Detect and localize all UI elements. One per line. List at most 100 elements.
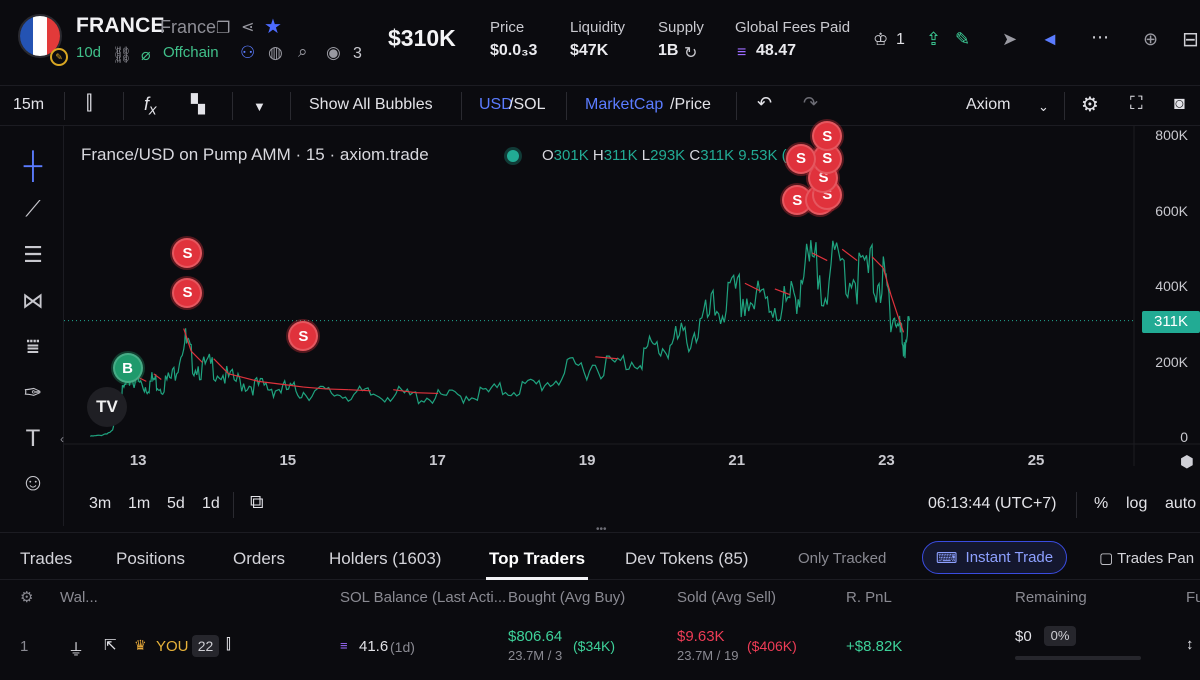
crosshair-icon[interactable]: ┼ <box>16 148 50 182</box>
keyboard-icon: ⌨ <box>935 549 958 567</box>
provider-select[interactable]: Axiom <box>966 96 1010 114</box>
share-icon[interactable]: ⋖ <box>241 17 254 37</box>
price-down-segment <box>415 392 439 395</box>
camera-icon[interactable]: ◙ <box>1174 93 1185 114</box>
tab-top-traders[interactable]: Top Traders <box>489 549 585 569</box>
crown-icon[interactable]: ♔ <box>873 30 888 50</box>
tab-holders[interactable]: Holders (1603) <box>329 549 441 569</box>
price-down-segment <box>228 373 244 379</box>
pump-badge-icon: ✎ <box>50 48 68 66</box>
col-wallet[interactable]: Wal... <box>60 589 98 606</box>
ohlc-high: 311K <box>603 147 638 164</box>
candles-icon[interactable]: ⫿ <box>86 92 92 115</box>
currency-usd[interactable]: USD <box>479 96 513 114</box>
chart-icon[interactable]: ⫿ <box>226 636 231 653</box>
col-bought[interactable]: Bought (Avg Buy) <box>508 589 625 606</box>
tab-positions[interactable]: Positions <box>116 549 185 569</box>
link-icon[interactable]: ⛓ <box>112 45 132 65</box>
emoji-icon[interactable]: ☺ <box>16 466 50 500</box>
layout-icon[interactable]: ⊟ <box>1182 27 1199 52</box>
col-sold[interactable]: Sold (Avg Sell) <box>677 589 776 606</box>
crown-icon: ♛ <box>134 637 147 653</box>
pin-icon[interactable]: ✎ <box>955 29 970 50</box>
sell-bubble[interactable]: S <box>786 143 817 174</box>
tradingview-logo[interactable]: TV <box>87 387 127 427</box>
price-series-line <box>89 240 911 437</box>
tab-orders[interactable]: Orders <box>233 549 285 569</box>
external-link-icon[interactable]: ⇱ <box>104 636 117 654</box>
instant-trade-button[interactable]: ⌨ Instant Trade <box>922 541 1067 574</box>
undo-icon[interactable]: ↶ <box>757 93 772 114</box>
text-icon[interactable]: T <box>16 422 50 456</box>
divider <box>232 92 233 120</box>
add-circle-icon[interactable]: ⊕ <box>1143 29 1158 50</box>
price-down-segment <box>841 248 858 262</box>
price-down-segment <box>273 382 289 386</box>
auto-toggle[interactable]: auto <box>1165 495 1196 513</box>
settings-icon[interactable]: ⚙ <box>1081 92 1099 117</box>
solana-icon: ≡ <box>737 44 747 61</box>
price-down-segment <box>288 384 304 388</box>
search-icon[interactable]: ⌕ <box>298 42 308 62</box>
mode-price[interactable]: /Price <box>670 96 711 114</box>
only-tracked-toggle[interactable]: Only Tracked <box>798 550 886 567</box>
copy-icon[interactable]: ❐ <box>216 18 230 38</box>
templates-icon[interactable]: ▚ <box>191 94 205 115</box>
chevron-down-icon[interactable]: ▼ <box>253 99 266 114</box>
pattern-icon[interactable]: ⋈ <box>16 284 50 318</box>
token-header: ✎ FRANCE France ❐ ⋖ ★ 10d ⛓ ⌀ Offchain ⚇… <box>0 0 1200 86</box>
brush-icon[interactable]: ✑ <box>16 376 50 410</box>
fullscreen-icon[interactable]: ⛶ <box>1130 93 1143 114</box>
liquidity-value: $47K <box>570 42 609 59</box>
more-icon[interactable]: ⋯ <box>1091 27 1109 48</box>
goto-date-icon[interactable]: ⧉ <box>250 492 264 514</box>
col-remaining[interactable]: Remaining <box>1015 589 1087 606</box>
trendline-icon[interactable]: ⟋ <box>16 192 50 226</box>
currency-sol[interactable]: /SOL <box>509 96 545 114</box>
y-tick-label: 200K <box>1155 353 1188 370</box>
show-bubbles-button[interactable]: Show All Bubbles <box>309 96 433 114</box>
redo-icon[interactable]: ↷ <box>803 93 818 114</box>
col-sol-balance[interactable]: SOL Balance (Last Acti... <box>340 589 506 606</box>
x-tick-label: 15 <box>279 452 297 469</box>
log-toggle[interactable]: log <box>1126 495 1147 513</box>
upload-icon[interactable]: ⇪ <box>926 29 941 50</box>
clock-readout[interactable]: 06:13:44 (UTC+7) <box>928 495 1057 513</box>
chevron-down-icon[interactable]: ⌄ <box>1038 99 1049 115</box>
range-1d[interactable]: 1d <box>202 495 220 513</box>
mode-marketcap[interactable]: MarketCap <box>585 96 663 114</box>
price-chart[interactable]: France/USD on Pump AMM · 15 · axiom.trad… <box>64 121 1200 526</box>
trades-panel-toggle[interactable]: ▢ Trades Pan <box>1099 549 1194 567</box>
sell-bubble[interactable]: S <box>172 277 203 308</box>
funding-icon[interactable]: ↕ <box>1186 636 1194 653</box>
bought-amount: 23.7M / 3 <box>508 648 563 663</box>
sell-bubble[interactable]: S <box>812 121 843 151</box>
remaining-pct: 0% <box>1044 626 1076 646</box>
range-3m[interactable]: 3m <box>89 495 111 513</box>
percent-toggle[interactable]: % <box>1094 495 1108 513</box>
filter-icon[interactable]: ⏚ <box>68 636 84 660</box>
fib-lines-icon[interactable]: ☰ <box>16 238 50 272</box>
buy-bubble[interactable]: B <box>112 353 143 384</box>
col-funding[interactable]: Fu <box>1186 589 1200 606</box>
megaphone-icon[interactable]: ◄ <box>1041 29 1059 50</box>
user-icon[interactable]: ⚇ <box>240 43 255 63</box>
divider <box>461 92 462 120</box>
scroll-right-icon[interactable]: ⬢ <box>1180 452 1194 472</box>
forecast-icon[interactable]: ⩸ <box>16 330 50 364</box>
wallet-name[interactable]: YOU <box>156 638 189 655</box>
star-icon[interactable]: ★ <box>264 14 282 39</box>
range-5d[interactable]: 5d <box>167 495 185 513</box>
telegram-icon[interactable]: ➤ <box>1002 29 1017 50</box>
refresh-icon[interactable]: ↻ <box>684 43 697 63</box>
offchain-label[interactable]: Offchain <box>163 44 219 61</box>
indicators-icon[interactable]: fx <box>144 94 157 119</box>
globe-icon[interactable]: ◍ <box>268 43 283 63</box>
tab-dev-tokens[interactable]: Dev Tokens (85) <box>625 549 748 569</box>
tab-trades[interactable]: Trades <box>20 549 72 569</box>
bought-usd: $806.64 <box>508 628 563 645</box>
range-1m[interactable]: 1m <box>128 495 150 513</box>
interval-select[interactable]: 15m <box>13 96 44 114</box>
col-realized-pnl[interactable]: R. PnL <box>846 589 892 606</box>
table-settings-icon[interactable]: ⚙ <box>20 588 33 606</box>
